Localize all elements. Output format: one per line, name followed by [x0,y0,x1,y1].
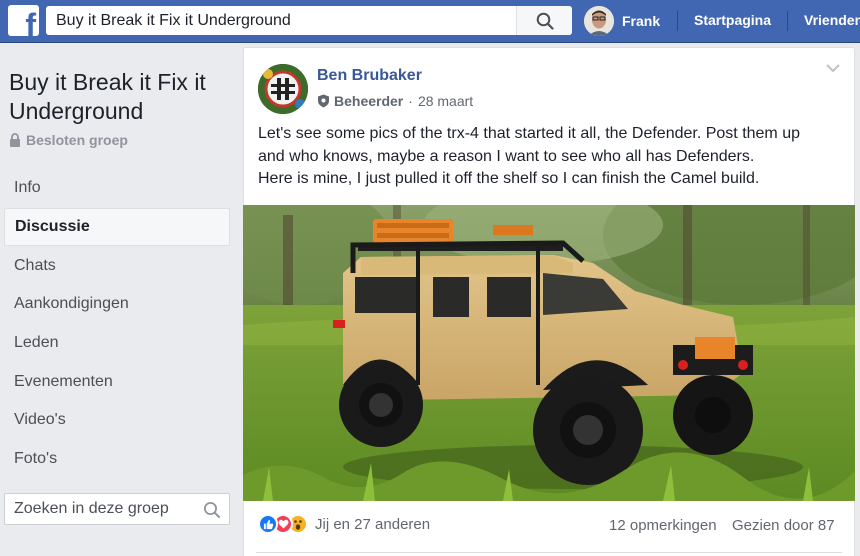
divider [256,552,842,553]
shield-icon [318,94,329,108]
global-search-button[interactable] [516,6,572,35]
nav-divider [787,11,788,31]
wheel [673,375,753,455]
post-message-line: Here is mine, I just pulled it off the s… [258,170,760,187]
group-sidebar-nav: Info Discussie Chats Aankondigingen Lede… [4,169,230,479]
sidebar-item-fotos[interactable]: Foto's [4,440,230,479]
post-message: Let's see some pics of the trx-4 that st… [258,123,848,191]
post-meta: Beheerder · 28 maart [317,93,473,109]
wheel [533,375,643,485]
chevron-down-icon[interactable] [826,64,840,73]
group-privacy-label: Besloten groep [26,132,128,148]
like-reaction-icon [258,514,278,534]
sidebar-item-videos[interactable]: Video's [4,401,230,440]
nav-divider [677,11,678,31]
sidebar-item-discussie[interactable]: Discussie [4,207,230,247]
global-search-input[interactable] [46,6,516,35]
sidebar-item-aankondigingen[interactable]: Aankondigingen [4,285,230,324]
home-link[interactable]: Startpagina [694,12,771,28]
post-message-line: Let's see some pics of the trx-4 that st… [258,125,800,142]
meta-separator: · [408,93,413,109]
group-post: Ben Brubaker Beheerder · 28 maart Let's … [243,47,855,556]
lock-icon [10,133,20,147]
comments-count[interactable]: 12 opmerkingen [609,517,717,534]
global-search [46,6,572,35]
post-photo[interactable] [243,205,855,501]
seen-by-count[interactable]: Gezien door 87 [732,517,835,534]
user-avatar [584,6,614,36]
group-privacy: Besloten groep [9,132,128,148]
reactions-summary[interactable]: Jij en 27 anderen [258,514,430,534]
friends-link[interactable]: Vrienden [804,12,860,28]
group-search [4,493,230,525]
author-role: Beheerder [334,93,404,109]
sidebar-item-info[interactable]: Info [4,169,230,208]
sidebar-item-leden[interactable]: Leden [4,324,230,363]
group-title[interactable]: Buy it Break it Fix it Underground [9,68,239,126]
wheel [339,363,423,447]
top-navigation-bar: f Frank Startpagina Vrienden [0,0,860,43]
facebook-logo[interactable]: f [8,5,39,36]
post-author[interactable]: Ben Brubaker [317,67,422,85]
author-avatar[interactable] [258,64,308,114]
post-date[interactable]: 28 maart [418,93,473,109]
search-icon[interactable] [203,501,221,519]
facebook-logo-letter: f [25,7,36,36]
profile-link[interactable]: Frank [584,5,660,37]
sidebar-item-chats[interactable]: Chats [4,246,230,285]
search-icon [536,12,554,30]
user-name: Frank [622,13,661,29]
group-search-input[interactable] [5,494,195,524]
sidebar-item-evenementen[interactable]: Evenementen [4,362,230,401]
post-message-line: and who knows, maybe a reason I want to … [258,147,755,165]
reactions-text: Jij en 27 anderen [315,515,431,533]
